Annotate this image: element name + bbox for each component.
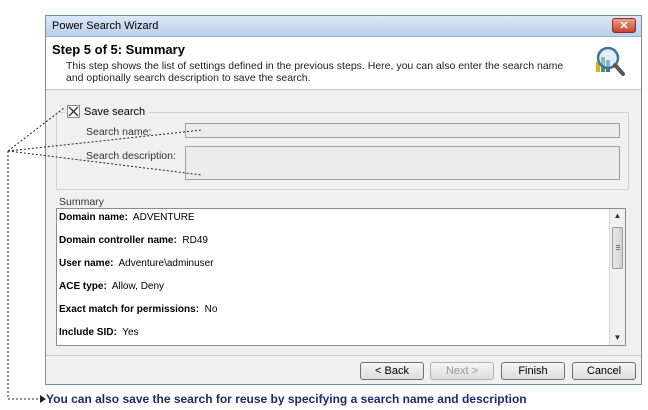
summary-key: Domain controller name: [59,235,177,246]
summary-row: Domain controller name: RD49 [59,234,604,257]
search-description-label: Search description: [86,150,176,162]
summary-box[interactable]: Domain name: ADVENTURE Domain controller… [56,208,626,346]
summary-key: Domain name: [59,212,128,223]
search-name-input[interactable] [185,123,620,138]
wizard-header: Step 5 of 5: Summary This step shows the… [46,37,641,90]
annotation-caption: You can also save the search for reuse b… [46,392,527,406]
next-button[interactable]: Next > [430,362,494,380]
summary-label: Summary [59,196,104,208]
summary-value: ADVENTURE [132,212,195,223]
summary-key: Include SID: [59,327,117,338]
summary-value: RD49 [182,235,208,246]
summary-key: Exact match for permissions: [59,304,200,315]
step-title: Step 5 of 5: Summary [52,42,185,57]
search-name-label: Search name: [86,126,152,138]
summary-key: ACE type: [59,281,107,292]
summary-row: User name: Adventure\adminuser [59,257,604,280]
search-magnifier-chart-icon [596,46,625,76]
summary-list: Domain name: ADVENTURE Domain controller… [59,211,604,345]
summary-row: Exact match for permissions: No [59,303,604,326]
summary-value: Adventure\adminuser [118,258,214,269]
summary-value: No [204,304,218,315]
save-search-label[interactable]: Save search [84,106,145,118]
finish-button[interactable]: Finish [501,362,565,380]
summary-value: Yes [122,327,139,338]
close-button[interactable]: ✕ [612,18,636,33]
back-button[interactable]: < Back [360,362,424,380]
summary-row: Domain name: ADVENTURE [59,211,604,234]
cancel-button[interactable]: Cancel [572,362,636,380]
x-mark-icon [68,106,79,117]
step-description: This step shows the list of settings def… [66,60,564,84]
summary-row: ACE type: Allow, Deny [59,280,604,303]
save-search-checkbox[interactable] [67,105,80,118]
scroll-up-arrow-icon[interactable]: ▲ [610,209,625,223]
power-search-wizard-window: Power Search Wizard ✕ Step 5 of 5: Summa… [45,15,642,385]
search-description-input[interactable] [185,146,620,180]
scroll-thumb[interactable] [612,227,623,269]
summary-row: Include SID: Yes [59,326,604,345]
scroll-down-arrow-icon[interactable]: ▼ [610,331,625,345]
window-title: Power Search Wizard [52,20,159,32]
save-search-checkbox-row[interactable]: Save search [65,105,150,118]
summary-key: User name: [59,258,114,269]
summary-scrollbar[interactable]: ▲ ▼ [609,209,625,345]
summary-value: Allow, Deny [111,281,165,292]
title-bar: Power Search Wizard ✕ [46,16,641,37]
button-separator [46,355,641,356]
